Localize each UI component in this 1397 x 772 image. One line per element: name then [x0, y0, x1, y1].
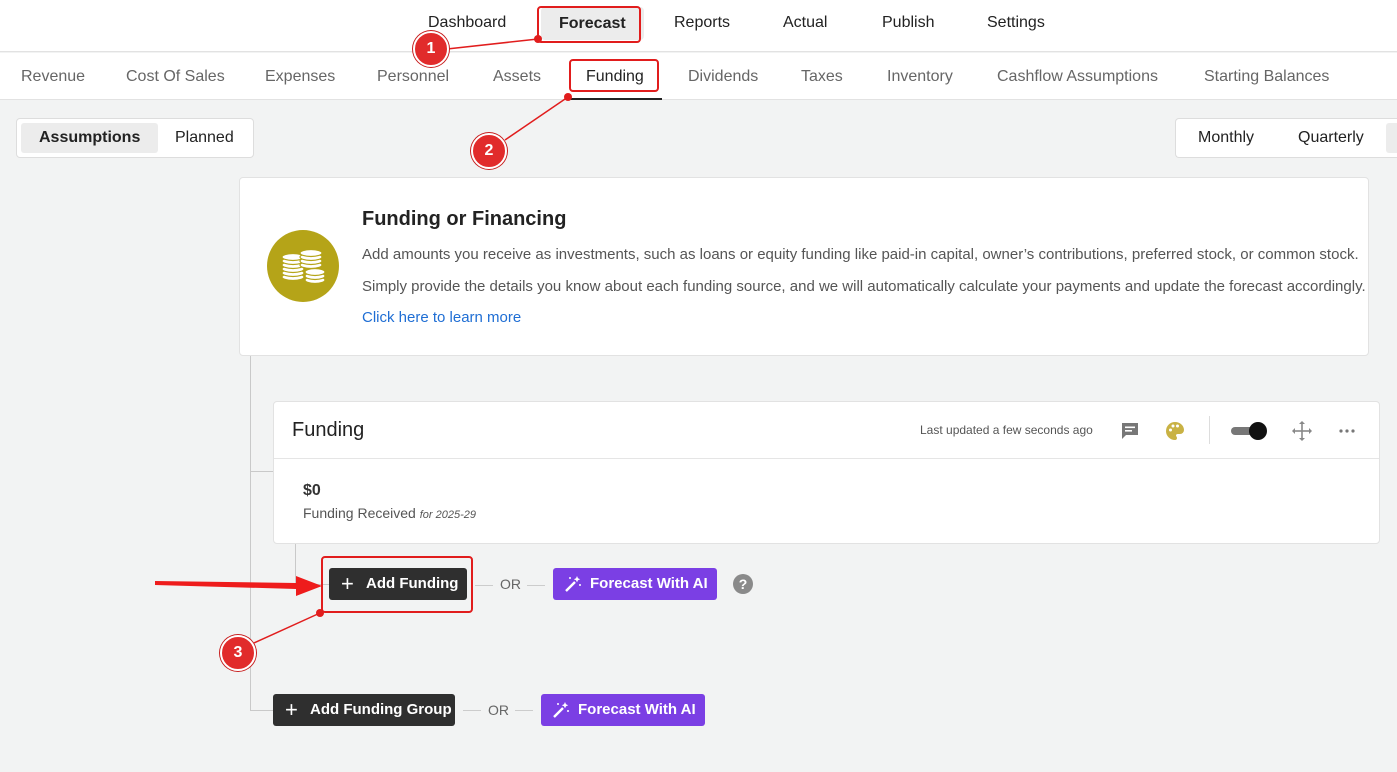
coins-icon: [267, 230, 339, 302]
header-divider: [1209, 416, 1210, 444]
help-icon[interactable]: ?: [733, 574, 753, 594]
view-toggle: Assumptions Planned: [16, 118, 254, 158]
or-line: [463, 710, 481, 711]
move-icon[interactable]: [1291, 420, 1313, 442]
planned-option[interactable]: Planned: [157, 123, 252, 153]
quarterly-option[interactable]: Quarterly: [1280, 123, 1382, 153]
or-line: [475, 585, 493, 586]
nav-reports[interactable]: Reports: [674, 0, 730, 46]
tab-revenue[interactable]: Revenue: [21, 53, 85, 100]
tab-taxes[interactable]: Taxes: [801, 53, 843, 100]
funding-amount: $0: [303, 482, 321, 499]
arrow-pointer: [155, 576, 322, 596]
step-1-badge: 1: [413, 31, 449, 67]
tree-connector-branch: [250, 471, 274, 472]
info-title: Funding or Financing: [362, 208, 567, 230]
palette-icon[interactable]: [1164, 420, 1186, 442]
nav-publish[interactable]: Publish: [882, 0, 934, 46]
tab-starting-balances[interactable]: Starting Balances: [1204, 53, 1329, 100]
sub-nav: Revenue Cost Of Sales Expenses Personnel…: [0, 53, 1397, 100]
tab-dividends[interactable]: Dividends: [688, 53, 758, 100]
period-option-partial[interactable]: [1386, 123, 1397, 153]
or-line: [527, 585, 545, 586]
top-nav: Dashboard Forecast Reports Actual Publis…: [0, 0, 1397, 52]
tree-connector-branch: [250, 710, 274, 711]
tab-inventory[interactable]: Inventory: [887, 53, 953, 100]
forecast-with-ai-group-button[interactable]: Forecast With AI: [541, 694, 705, 726]
funding-received-label: Funding Received for 2025-29: [303, 505, 477, 521]
info-card: Funding or Financing Add amounts you rec…: [239, 177, 1369, 356]
or-separator: OR: [488, 702, 509, 718]
add-funding-group-button[interactable]: + Add Funding Group: [273, 694, 455, 726]
annotation-box-funding: [569, 59, 659, 92]
tree-connector: [295, 544, 296, 585]
more-icon[interactable]: [1336, 420, 1358, 442]
magic-wand-icon: [552, 701, 570, 723]
funding-card: Funding Last updated a few seconds ago $…: [273, 401, 1380, 544]
plus-icon: +: [285, 697, 298, 722]
period-toggle: Monthly Quarterly: [1175, 118, 1397, 158]
tab-assets[interactable]: Assets: [493, 53, 541, 100]
tab-cashflow-assumptions[interactable]: Cashflow Assumptions: [997, 53, 1158, 100]
annotation-box-forecast: [537, 6, 641, 43]
assumptions-option[interactable]: Assumptions: [21, 123, 159, 153]
nav-settings[interactable]: Settings: [987, 0, 1045, 46]
info-description-2: Simply provide the details you know abou…: [362, 278, 1366, 295]
step-3-badge: 3: [220, 635, 256, 671]
or-separator: OR: [500, 576, 521, 592]
monthly-option[interactable]: Monthly: [1180, 123, 1272, 153]
last-updated-text: Last updated a few seconds ago: [920, 423, 1093, 437]
forecast-with-ai-button[interactable]: Forecast With AI: [553, 568, 717, 600]
or-line: [515, 710, 533, 711]
comment-icon[interactable]: [1119, 420, 1141, 442]
learn-more-link[interactable]: Click here to learn more: [362, 309, 521, 326]
step-2-badge: 2: [471, 133, 507, 169]
funding-period: for 2025-29: [419, 509, 477, 521]
magic-wand-icon: [564, 575, 582, 597]
annotation-box-add-funding: [321, 556, 473, 613]
info-description-1: Add amounts you receive as investments, …: [362, 246, 1359, 263]
annotation-overlay: [155, 35, 572, 644]
funding-card-title: Funding: [292, 419, 365, 441]
tab-expenses[interactable]: Expenses: [265, 53, 335, 100]
tab-cost-of-sales[interactable]: Cost Of Sales: [126, 53, 225, 100]
toggle-switch[interactable]: [1231, 421, 1267, 441]
nav-actual[interactable]: Actual: [783, 0, 827, 46]
funding-card-header: Funding Last updated a few seconds ago: [274, 402, 1379, 459]
